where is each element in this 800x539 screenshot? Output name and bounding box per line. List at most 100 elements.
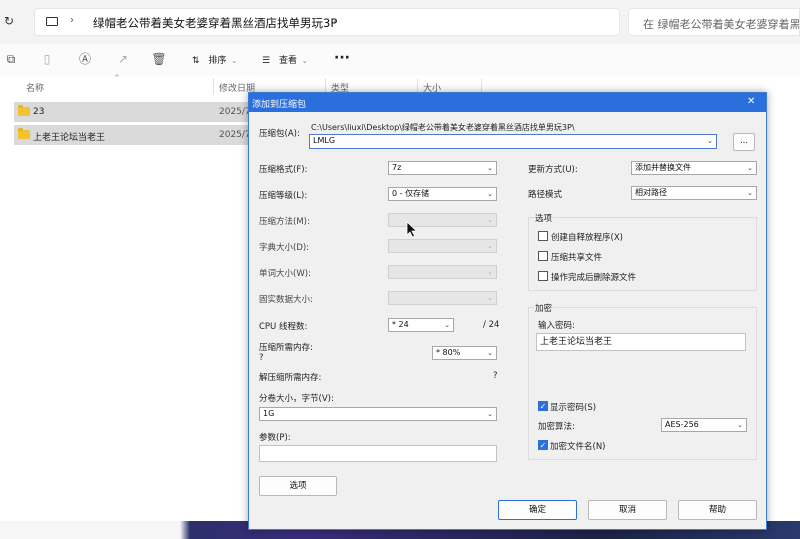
view-label: 查看 [278,56,297,66]
dict-combo[interactable]: ⌄ [388,239,497,253]
chevron-down-icon: ⌄ [487,164,493,172]
update-label: 更新方式(U): [528,165,578,175]
encryption-group-title: 加密 [534,302,554,314]
refresh-icon[interactable]: ↻ [4,14,18,28]
enc-method-label: 加密算法: [538,422,575,432]
file-name: 23 [33,107,45,117]
mem-compress-label: 压缩所需内存: [259,343,313,353]
close-icon[interactable]: ✕ [747,96,755,107]
search-box[interactable]: 在 绿帽老公带着美女老婆穿着黑丝酒店找单男玩3P [628,8,800,36]
split-value: 1G [263,409,275,418]
encrypt-names-checkbox[interactable]: ✓ [538,440,548,450]
archive-path: C:\Users\liuxi\Desktop\绿帽老公带着美女老婆穿着黑丝酒店找… [311,123,575,132]
view-icon: ☰ [262,56,271,66]
address-box[interactable]: › 绿帽老公带着美女老婆穿着黑丝酒店找单男玩3P › [34,8,620,36]
word-label: 单词大小(W): [259,269,311,279]
archive-label: 压缩包(A): [259,129,300,139]
show-password-label: 显示密码(S) [550,403,597,413]
solid-combo[interactable]: ⌄ [388,291,497,305]
column-separator[interactable] [213,78,214,94]
cpu-total: / 24 [483,320,500,330]
level-value: 0 - 仅存储 [392,189,430,198]
cpu-value: * 24 [392,320,409,329]
update-combo[interactable]: 添加并替换文件 ⌄ [631,161,757,175]
word-combo[interactable]: ⌄ [388,265,497,279]
mem-percent-value: * 80% [436,348,461,357]
params-input[interactable] [259,445,497,462]
share-icon[interactable]: ↗ [114,50,132,68]
format-label: 压缩格式(F): [259,165,308,175]
format-value: 7z [392,163,402,172]
mem-decompress-value: ? [493,371,498,381]
chevron-down-icon: ⌄ [231,57,238,65]
sort-menu[interactable]: ⇅ 排序 ⌄ [192,53,237,66]
format-combo[interactable]: 7z ⌄ [388,161,497,175]
list-item[interactable]: 23 2025/7 [14,102,251,122]
delete-source-checkbox[interactable] [538,271,548,281]
dialog-title-bar[interactable]: 添加到压缩包 ✕ [249,93,766,112]
chevron-down-icon: ⌄ [487,349,493,357]
split-label: 分卷大小，字节(V): [259,394,334,404]
folder-icon [18,128,30,139]
address-bar-area: ↻ › 绿帽老公带着美女老婆穿着黑丝酒店找单男玩3P › 在 绿帽老公带着美女老… [0,0,800,44]
pathmode-label: 路径模式 [528,190,563,200]
pathmode-value: 相对路径 [635,188,667,197]
help-button[interactable]: 帮助 [678,500,757,520]
level-label: 压缩等级(L): [259,191,308,201]
cpu-combo[interactable]: * 24 ⌄ [388,318,454,332]
breadcrumb-folder[interactable]: 绿帽老公带着美女老婆穿着黑丝酒店找单男玩3P [93,15,337,31]
dialog-title: 添加到压缩包 [252,100,307,110]
update-value: 添加并替换文件 [635,163,691,172]
sfx-checkbox[interactable] [538,231,548,241]
browse-button[interactable]: ... [733,133,755,151]
paste-icon[interactable]: ▯ [38,50,56,68]
enc-method-combo[interactable]: AES-256 ⌄ [661,418,747,432]
chevron-down-icon: ⌄ [747,164,753,172]
search-placeholder: 在 绿帽老公带着美女老婆穿着黑丝酒店找单男玩3P [643,18,800,31]
chevron-down-icon: ⌄ [487,410,493,418]
options-group-title: 选项 [534,212,554,224]
explorer-toolbar: ⧉ ▯ Ⓐ ↗ 🗑 ⇅ 排序 ⌄ ☰ 查看 ⌄ ··· [0,44,800,76]
dict-label: 字典大小(D): [259,243,310,253]
options-button[interactable]: 选项 [259,476,337,496]
cpu-label: CPU 线程数: [259,322,308,332]
chevron-down-icon: ⌄ [487,268,493,276]
ok-button[interactable]: 确定 [498,500,577,520]
copy-icon[interactable]: ⧉ [2,50,20,68]
chevron-down-icon: ⌄ [444,321,450,329]
mouse-cursor-icon [406,221,418,238]
shared-checkbox[interactable] [538,251,548,261]
chevron-down-icon: ⌄ [487,216,493,224]
file-date: 2025/7 [219,107,251,117]
pathmode-combo[interactable]: 相对路径 ⌄ [631,186,757,200]
delete-icon[interactable]: 🗑 [150,50,168,68]
file-name: 上老王论坛当老王 [33,133,106,143]
list-item[interactable]: 上老王论坛当老王 2025/7 [14,125,251,145]
chevron-down-icon: ⌄ [487,294,493,302]
mem-compress-value: ? [259,353,264,363]
mem-percent-combo[interactable]: * 80% ⌄ [432,346,497,360]
method-combo[interactable]: ⌄ [388,213,497,227]
archive-name-combo[interactable]: LMLG ⌄ [309,134,717,149]
password-input[interactable]: 上老王论坛当老王 [536,333,746,351]
level-combo[interactable]: 0 - 仅存储 ⌄ [388,187,497,201]
enc-method-value: AES-256 [665,420,699,429]
chevron-down-icon: ⌄ [487,190,493,198]
split-combo[interactable]: 1G ⌄ [259,407,497,421]
encrypt-names-label: 加密文件名(N) [550,442,606,452]
add-to-archive-dialog: 添加到压缩包 ✕ 压缩包(A): C:\Users\liuxi\Desktop\… [248,92,767,530]
chevron-right-icon: › [333,15,337,26]
column-header-name[interactable]: 名称 [26,81,44,94]
cancel-button[interactable]: 取消 [588,500,667,520]
show-password-checkbox[interactable]: ✓ [538,401,548,411]
folder-icon [18,105,30,116]
mem-decompress-label: 解压缩所需内存: [259,373,322,383]
rename-icon[interactable]: Ⓐ [76,50,94,68]
chevron-down-icon: ⌄ [747,189,753,197]
view-menu[interactable]: ☰ 查看 ⌄ [262,53,308,66]
file-date: 2025/7 [219,130,251,140]
solid-label: 固实数据大小: [259,295,313,305]
shared-label: 压缩共享文件 [551,253,603,263]
monitor-icon [46,17,58,26]
more-icon[interactable]: ··· [334,50,350,66]
